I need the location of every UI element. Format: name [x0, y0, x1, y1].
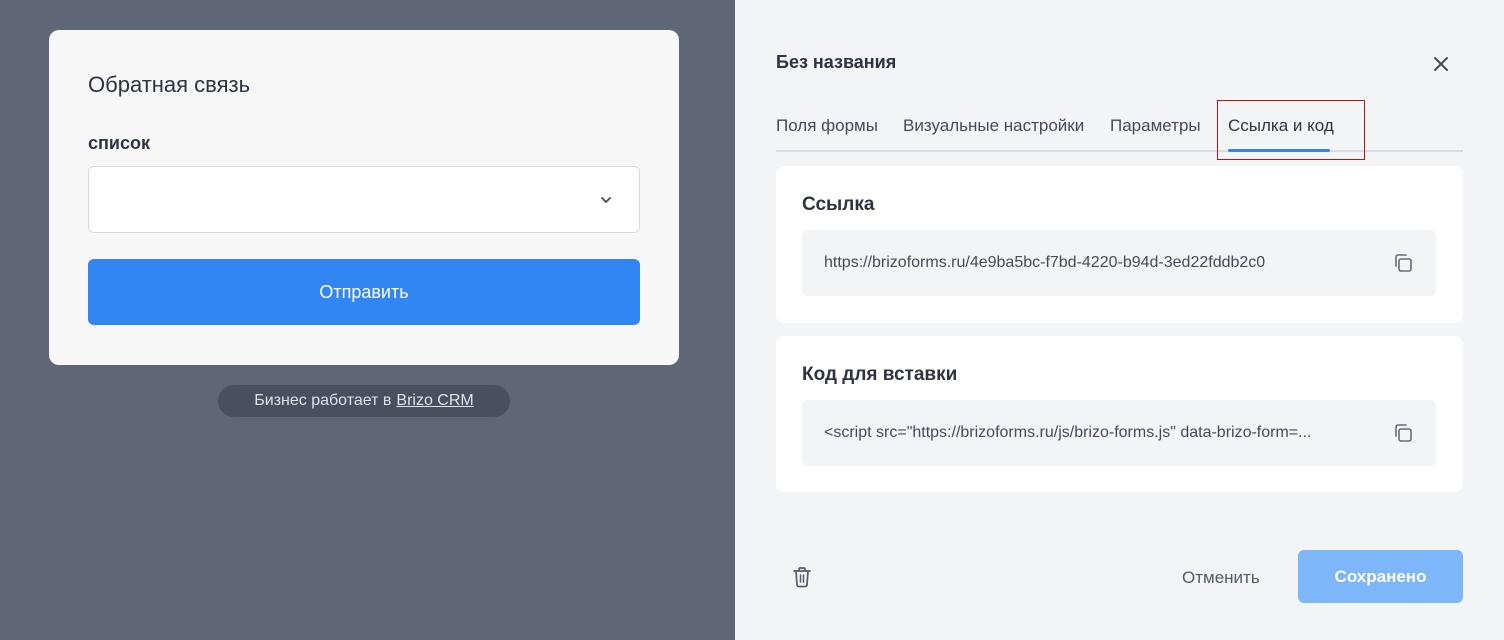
field-label: список — [88, 133, 150, 153]
embed-code-title: Код для вставки — [802, 364, 958, 385]
form-preview-area: Обратная связь список Отправить Бизнес р… — [0, 0, 735, 640]
chevron-down-icon — [601, 197, 611, 203]
form-title: Обратная связь — [88, 72, 251, 97]
link-title: Ссылка — [802, 194, 875, 215]
embed-code-card: Код для вставки <script src="https://bri… — [776, 336, 1463, 492]
tab-visual-settings[interactable]: Визуальные настройки — [903, 116, 1084, 136]
highlight-box — [1217, 100, 1365, 160]
brizo-crm-link[interactable]: Brizo CRM — [396, 392, 473, 410]
list-select[interactable] — [88, 166, 640, 233]
link-field: https://brizoforms.ru/4e9ba5bc-f7bd-4220… — [802, 230, 1436, 296]
powered-by-badge: Бизнес работает в Brizo CRM — [218, 385, 510, 417]
link-card: Ссылка https://brizoforms.ru/4e9ba5bc-f7… — [776, 166, 1463, 323]
link-value: https://brizoforms.ru/4e9ba5bc-f7bd-4220… — [824, 254, 1266, 271]
submit-button[interactable]: Отправить — [88, 259, 640, 325]
copy-icon[interactable] — [1392, 422, 1414, 444]
trash-icon[interactable] — [792, 566, 812, 588]
panel-title: Без названия — [776, 52, 897, 72]
tab-form-fields[interactable]: Поля формы — [776, 116, 878, 136]
embed-code-value: <script src="https://brizoforms.ru/js/br… — [824, 424, 1312, 441]
cancel-button[interactable]: Отменить — [1182, 568, 1260, 588]
close-icon — [1434, 57, 1448, 71]
close-button[interactable] — [1430, 53, 1452, 75]
form-preview-card: Обратная связь список Отправить — [49, 30, 679, 365]
tab-bar: Поля формы Визуальные настройки Параметр… — [776, 100, 1463, 160]
tab-parameters[interactable]: Параметры — [1110, 116, 1201, 136]
copy-icon[interactable] — [1392, 252, 1414, 274]
embed-code-field: <script src="https://brizoforms.ru/js/br… — [802, 400, 1436, 466]
save-button[interactable]: Сохранено — [1298, 550, 1463, 603]
settings-panel: Без названия Поля формы Визуальные настр… — [735, 0, 1504, 640]
powered-by-text: Бизнес работает в — [254, 392, 392, 409]
